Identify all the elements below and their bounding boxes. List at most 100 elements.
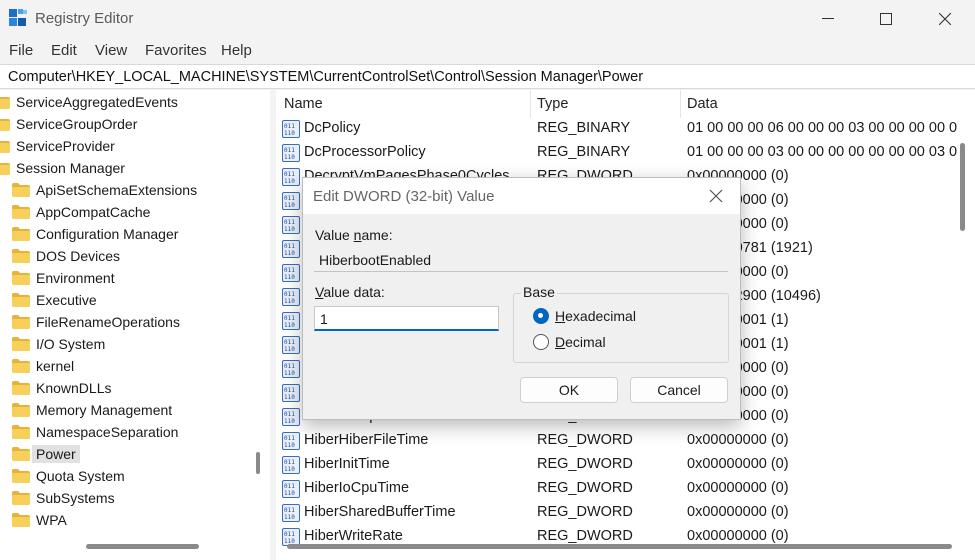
column-divider[interactable]	[680, 90, 681, 118]
tree-item[interactable]: DOS Devices	[12, 245, 120, 267]
tree-horizontal-scrollbar[interactable]	[86, 544, 199, 549]
edit-dword-dialog: Edit DWORD (32-bit) Value Value name: Hi…	[302, 177, 741, 420]
value-data: 0x00000000 (0)	[687, 528, 789, 544]
hexadecimal-radio[interactable]: Hexadecimal	[533, 308, 636, 324]
value-data: 0x00000000 (0)	[687, 432, 789, 448]
svg-text:110: 110	[284, 322, 295, 329]
ok-button[interactable]: OK	[520, 377, 618, 403]
folder-icon	[0, 141, 10, 153]
tree-item-label: AppCompatCache	[36, 204, 151, 220]
value-type: REG_DWORD	[537, 480, 633, 496]
value-name: DcPolicy	[304, 120, 361, 136]
value-data-input[interactable]: 1	[314, 306, 499, 331]
address-bar[interactable]: Computer\HKEY_LOCAL_MACHINE\SYSTEM\Curre…	[0, 64, 975, 89]
folder-icon	[12, 293, 30, 307]
folder-icon	[0, 163, 10, 175]
column-header-name[interactable]: Name	[284, 90, 323, 118]
tree-item[interactable]: Environment	[12, 267, 115, 289]
svg-text:011: 011	[284, 435, 295, 442]
radio-checked-icon[interactable]	[533, 308, 549, 324]
tree-item[interactable]: SubSystems	[12, 487, 115, 509]
tree-item[interactable]: Power	[12, 443, 80, 465]
tree-item[interactable]: ServiceAggregatedEvents	[0, 91, 178, 113]
key-tree[interactable]: ServiceAggregatedEvents ServiceGroupOrder…	[0, 90, 270, 560]
tree-item[interactable]: Session Manager	[0, 157, 125, 179]
menu-favorites[interactable]: Favorites	[145, 42, 207, 59]
tree-item[interactable]: WPA	[12, 509, 67, 531]
registry-value-icon: 011110	[282, 288, 300, 306]
svg-text:110: 110	[284, 298, 295, 305]
window-title: Registry Editor	[35, 10, 134, 27]
value-row[interactable]: 011 110 HiberInitTime REG_DWORD 0x00000000 (…	[276, 453, 975, 477]
values-vertical-scrollbar[interactable]	[960, 143, 965, 231]
svg-text:011: 011	[284, 387, 295, 394]
tree-item[interactable]: kernel	[12, 355, 74, 377]
value-type: REG_DWORD	[537, 504, 633, 520]
close-window-button[interactable]	[916, 0, 974, 38]
registry-value-icon: 011110	[282, 384, 300, 402]
value-row[interactable]: 011 110 DcPolicy REG_BINARY 01 00 00 00 06 0…	[276, 117, 975, 141]
registry-value-icon: 011110	[282, 408, 300, 426]
tree-item[interactable]: Quota System	[12, 465, 125, 487]
svg-text:011: 011	[284, 171, 295, 178]
value-row[interactable]: 011 110 HiberSharedBufferTime REG_DWORD 0x00…	[276, 501, 975, 525]
column-divider[interactable]	[530, 90, 531, 118]
maximize-button[interactable]	[857, 0, 915, 38]
menu-help[interactable]: Help	[221, 42, 252, 59]
tree-item-label: Session Manager	[16, 160, 125, 176]
tree-item[interactable]: ServiceProvider	[0, 135, 115, 157]
value-name: DcProcessorPolicy	[304, 144, 426, 160]
registry-value-icon: 011110	[282, 264, 300, 282]
tree-item-label: Memory Management	[36, 402, 173, 418]
value-row[interactable]: 011 110 HiberHiberFileTime REG_DWORD 0x00000…	[276, 429, 975, 453]
radio-unchecked-icon[interactable]	[533, 334, 549, 350]
values-horizontal-scrollbar[interactable]	[287, 544, 952, 549]
menu-view[interactable]: View	[95, 42, 127, 59]
dialog-title: Edit DWORD (32-bit) Value	[313, 188, 495, 205]
base-label: Base	[521, 284, 557, 300]
tree-item-label: I/O System	[36, 336, 106, 352]
svg-text:011: 011	[284, 219, 295, 226]
folder-icon	[0, 97, 10, 109]
column-header-data[interactable]: Data	[687, 90, 718, 118]
tree-item[interactable]: I/O System	[12, 333, 105, 355]
tree-item[interactable]: AppCompatCache	[12, 201, 150, 223]
value-row[interactable]: 011 110 HiberIoCpuTime REG_DWORD 0x00000000 …	[276, 477, 975, 501]
svg-text:110: 110	[284, 226, 295, 233]
tree-item[interactable]: NamespaceSeparation	[12, 421, 178, 443]
folder-icon	[12, 447, 30, 461]
column-header-type[interactable]: Type	[537, 90, 568, 118]
tree-item[interactable]: KnownDLLs	[12, 377, 112, 399]
tree-item[interactable]: ApiSetSchemaExtensions	[12, 179, 197, 201]
dialog-close-icon[interactable]	[707, 187, 725, 205]
tree-item-label: Quota System	[36, 468, 125, 484]
tree-item-label: Executive	[36, 292, 97, 308]
decimal-radio[interactable]: Decimal	[533, 334, 606, 350]
folder-icon	[0, 119, 10, 131]
menu-edit[interactable]: Edit	[51, 42, 77, 59]
svg-text:110: 110	[284, 466, 295, 473]
tree-vertical-scrollbar[interactable]	[256, 452, 260, 474]
menu-file[interactable]: File	[9, 42, 33, 59]
folder-icon	[12, 271, 30, 285]
tree-item[interactable]: ServiceGroupOrder	[0, 113, 137, 135]
tree-item[interactable]: Configuration Manager	[12, 223, 178, 245]
address-path[interactable]: Computer\HKEY_LOCAL_MACHINE\SYSTEM\Curre…	[8, 69, 643, 85]
tree-item[interactable]: Memory Management	[12, 399, 172, 421]
folder-icon	[12, 381, 30, 395]
svg-text:110: 110	[284, 370, 295, 377]
value-name: HiberSharedBufferTime	[304, 504, 456, 520]
tree-item[interactable]: Executive	[12, 289, 97, 311]
value-name: HiberInitTime	[304, 456, 390, 472]
menu-bar: File Edit View Favorites Help	[0, 38, 975, 64]
registry-value-icon: 011110	[282, 480, 300, 498]
value-row[interactable]: 011 110 DcProcessorPolicy REG_BINARY 01 00 0…	[276, 141, 975, 165]
registry-value-icon: 011110	[282, 240, 300, 258]
minimize-button[interactable]	[799, 0, 857, 38]
svg-text:011: 011	[284, 411, 295, 418]
dialog-title-bar: Edit DWORD (32-bit) Value	[303, 178, 740, 214]
tree-item-label: ServiceAggregatedEvents	[16, 94, 178, 110]
tree-item[interactable]: FileRenameOperations	[12, 311, 180, 333]
base-group	[513, 293, 729, 363]
cancel-button[interactable]: Cancel	[630, 377, 728, 403]
